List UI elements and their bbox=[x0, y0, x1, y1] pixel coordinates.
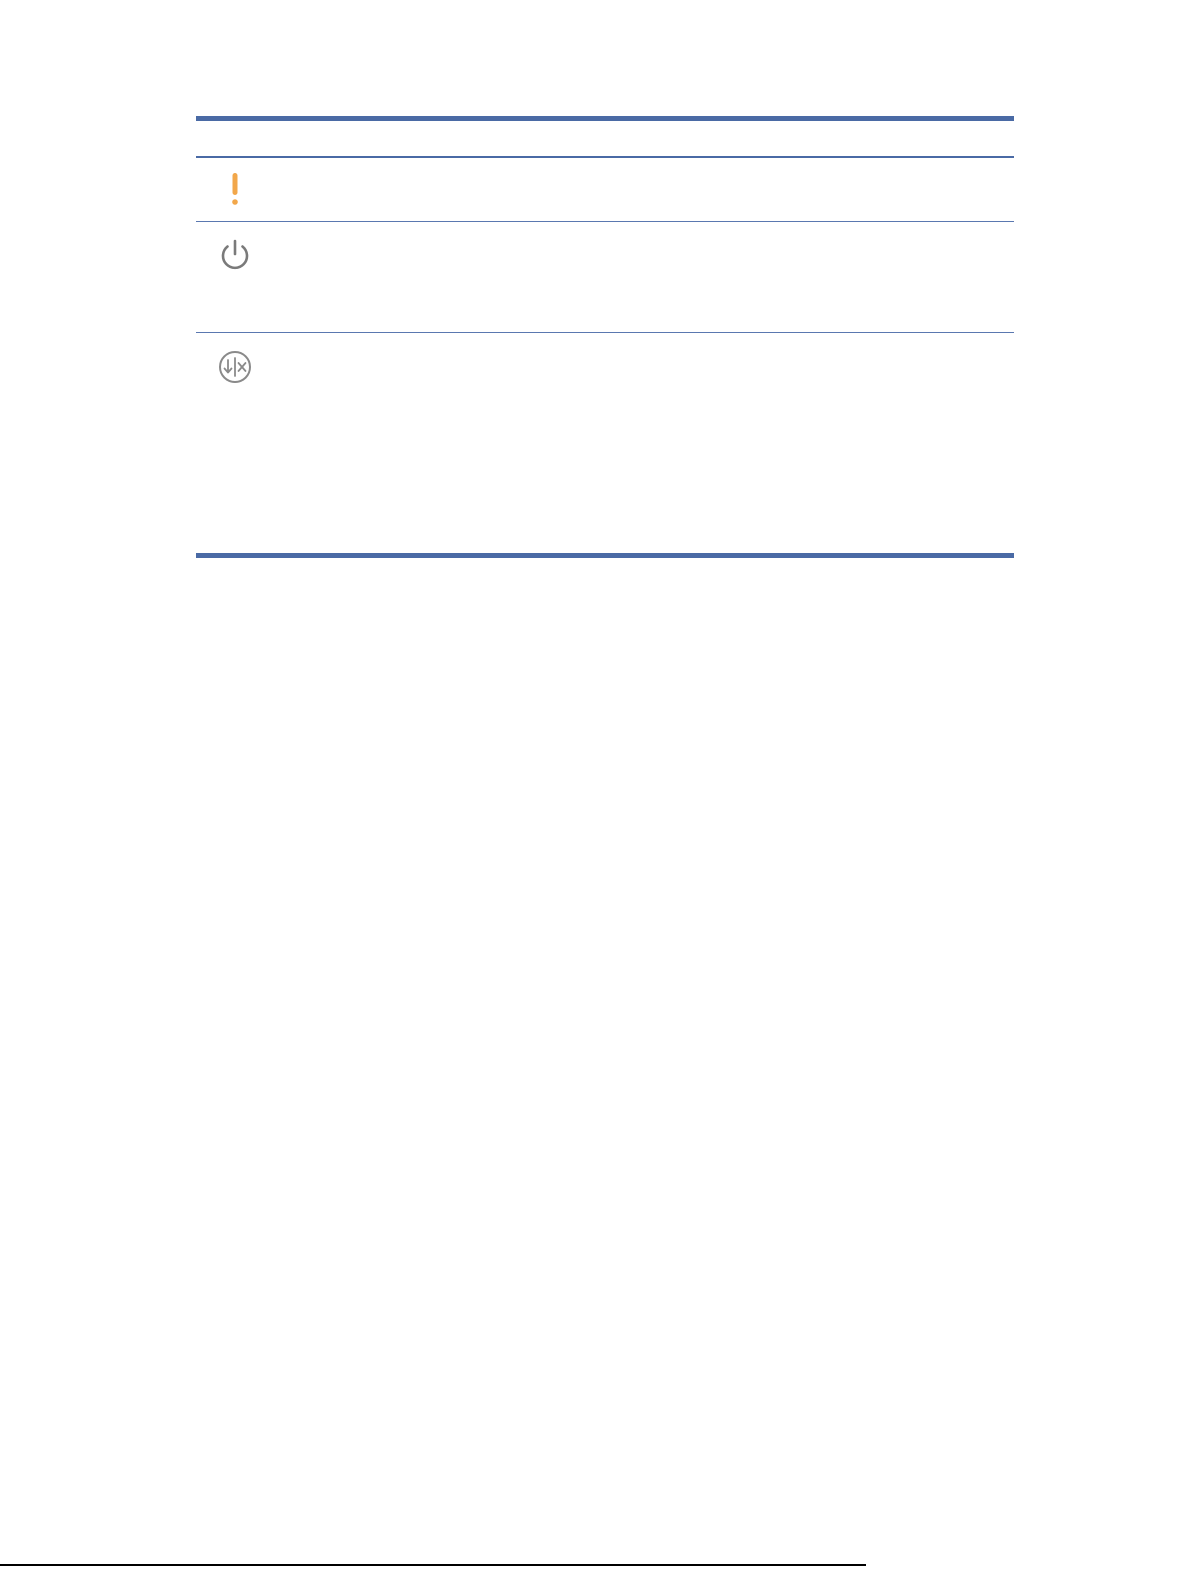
icon-cell bbox=[196, 222, 274, 275]
footer-rule bbox=[0, 1564, 866, 1566]
power-icon bbox=[221, 239, 249, 270]
exclamation-icon bbox=[232, 173, 238, 205]
table-row bbox=[196, 158, 1014, 222]
icon-table bbox=[196, 116, 1014, 558]
table-bottom-rule bbox=[196, 553, 1014, 558]
table-row bbox=[196, 333, 1014, 553]
scan-cancel-icon bbox=[219, 351, 251, 383]
table-row bbox=[196, 222, 1014, 333]
table-header-row bbox=[196, 121, 1014, 158]
icon-cell bbox=[196, 158, 274, 211]
icon-cell bbox=[196, 333, 274, 387]
